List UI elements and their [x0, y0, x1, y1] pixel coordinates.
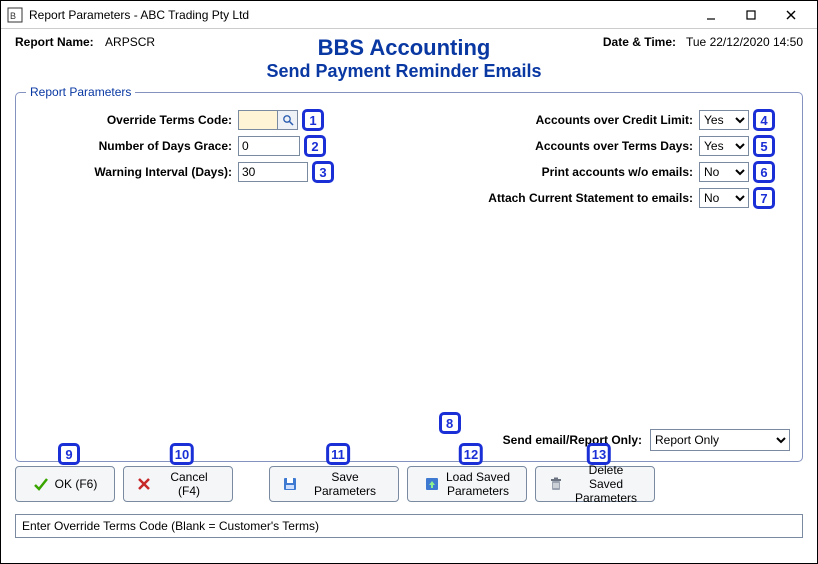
send-mode-label: Send email/Report Only: — [503, 433, 642, 447]
save-icon — [282, 476, 298, 492]
minimize-button[interactable] — [691, 2, 731, 28]
header-row: Report Name: ARPSCR BBS Accounting Send … — [1, 29, 817, 82]
datetime-label: Date & Time: — [603, 35, 676, 49]
override-terms-label: Override Terms Code: — [28, 113, 238, 127]
print-wo-emails-label: Print accounts w/o emails: — [429, 165, 699, 179]
delete-parameters-button[interactable]: 13 Delete Saved Parameters — [535, 466, 655, 502]
cancel-button[interactable]: 10 Cancel (F4) — [123, 466, 233, 502]
attach-stmt-label: Attach Current Statement to emails: — [429, 191, 699, 205]
ok-button[interactable]: 9 OK (F6) — [15, 466, 115, 502]
statusbar-text: Enter Override Terms Code (Blank = Custo… — [22, 519, 319, 533]
annotation-marker-6: 6 — [753, 161, 775, 183]
annotation-marker-7: 7 — [753, 187, 775, 209]
warning-interval-input[interactable] — [238, 162, 308, 182]
override-terms-lookup-button[interactable] — [278, 110, 298, 130]
override-terms-input[interactable] — [238, 110, 278, 130]
annotation-marker-13: 13 — [587, 443, 611, 465]
annotation-marker-4: 4 — [753, 109, 775, 131]
print-wo-emails-select[interactable]: No — [699, 162, 749, 182]
attach-stmt-select[interactable]: No — [699, 188, 749, 208]
trash-icon — [548, 476, 564, 492]
app-title: BBS Accounting — [235, 35, 573, 61]
report-name-value: ARPSCR — [105, 35, 155, 49]
over-credit-select[interactable]: Yes — [699, 110, 749, 130]
annotation-marker-2: 2 — [304, 135, 326, 157]
datetime-value: Tue 22/12/2020 14:50 — [686, 35, 803, 49]
cross-icon — [136, 476, 152, 492]
titlebar: B Report Parameters - ABC Trading Pty Lt… — [1, 1, 817, 29]
over-terms-select[interactable]: Yes — [699, 136, 749, 156]
send-mode-select[interactable]: Report Only — [650, 429, 790, 451]
annotation-marker-9: 9 — [58, 443, 80, 465]
report-name-label: Report Name: — [15, 35, 94, 49]
ok-button-label: OK (F6) — [55, 477, 98, 491]
fieldset-legend: Report Parameters — [26, 85, 135, 99]
delete-parameters-label: Delete Saved Parameters — [570, 463, 642, 505]
close-button[interactable] — [771, 2, 811, 28]
annotation-marker-11: 11 — [326, 443, 350, 465]
magnify-icon — [282, 114, 294, 126]
over-terms-label: Accounts over Terms Days: — [429, 139, 699, 153]
report-parameters-fieldset: Report Parameters Override Terms Code: 1… — [15, 92, 803, 462]
annotation-marker-8: 8 — [439, 412, 461, 434]
statusbar: Enter Override Terms Code (Blank = Custo… — [15, 514, 803, 538]
annotation-marker-12: 12 — [459, 443, 483, 465]
button-bar: 9 OK (F6) 10 Cancel (F4) 11 Save Paramet… — [1, 466, 817, 508]
annotation-marker-3: 3 — [312, 161, 334, 183]
check-icon — [33, 476, 49, 492]
svg-text:B: B — [10, 11, 16, 21]
warning-interval-label: Warning Interval (Days): — [28, 165, 238, 179]
annotation-marker-5: 5 — [753, 135, 775, 157]
over-credit-label: Accounts over Credit Limit: — [429, 113, 699, 127]
days-grace-input[interactable] — [238, 136, 300, 156]
app-subtitle: Send Payment Reminder Emails — [235, 61, 573, 82]
annotation-marker-1: 1 — [302, 109, 324, 131]
annotation-marker-10: 10 — [170, 443, 194, 465]
window-title: Report Parameters - ABC Trading Pty Ltd — [29, 8, 691, 22]
cancel-button-label: Cancel (F4) — [158, 470, 220, 498]
load-parameters-label: Load Saved Parameters — [446, 470, 510, 498]
days-grace-label: Number of Days Grace: — [28, 139, 238, 153]
save-parameters-button[interactable]: 11 Save Parameters — [269, 466, 399, 502]
save-parameters-label: Save Parameters — [304, 470, 386, 498]
load-parameters-button[interactable]: 12 Load Saved Parameters — [407, 466, 527, 502]
app-icon: B — [7, 7, 23, 23]
load-icon — [424, 476, 440, 492]
maximize-button[interactable] — [731, 2, 771, 28]
